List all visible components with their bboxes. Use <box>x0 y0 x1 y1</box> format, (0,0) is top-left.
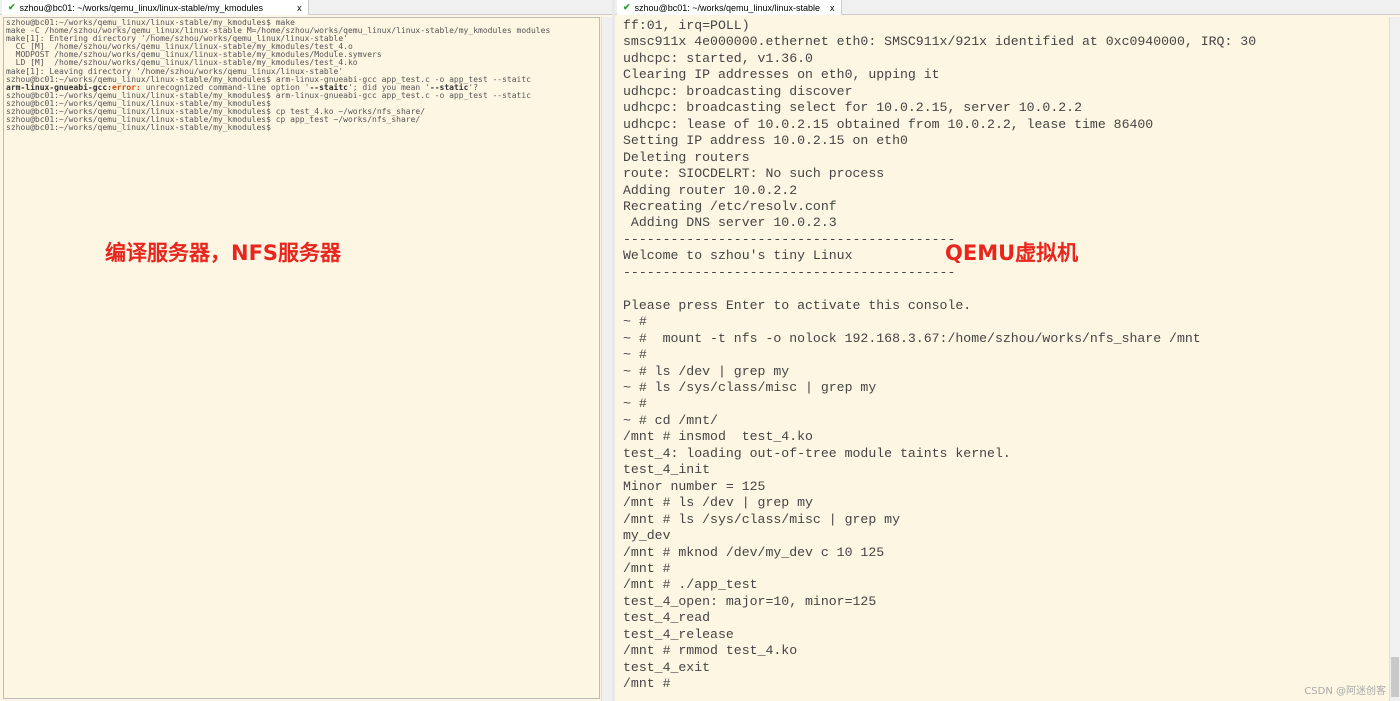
terminal-line: Minor number = 125 <box>623 478 766 494</box>
terminal-line: my_dev <box>623 528 671 544</box>
terminal-line: /mnt # ./app_test <box>623 577 758 593</box>
check-icon: ✔ <box>623 2 631 12</box>
right-tab-bar: ✔ szhou@bc01: ~/works/qemu_linux/linux-s… <box>615 0 1400 15</box>
right-terminal-pane: ✔ szhou@bc01: ~/works/qemu_linux/linux-s… <box>615 0 1400 701</box>
terminal-line: udhcpc: broadcasting discover <box>623 83 853 99</box>
left-session-tab[interactable]: ✔ szhou@bc01: ~/works/qemu_linux/linux-s… <box>2 0 309 15</box>
terminal-line: Deleting routers <box>623 149 750 165</box>
terminal-line: route: SIOCDELRT: No such process <box>623 166 885 182</box>
annotation-build-server: 编译服务器，NFS服务器 <box>105 241 342 265</box>
terminal-line: test_4_read <box>623 610 711 626</box>
terminal-line: Adding DNS server 10.0.2.3 <box>623 215 837 231</box>
right-terminal-output[interactable]: ff:01, irq=POLL) smsc911x 4e000000.ethern… <box>618 17 1388 699</box>
terminal-line: /mnt # ls /dev | grep my <box>623 495 813 511</box>
terminal-line: /mnt # <box>623 560 671 576</box>
terminal-line: /mnt # insmod test_4.ko <box>623 429 813 445</box>
scrollbar-thumb[interactable] <box>1391 657 1399 697</box>
terminal-line: test_4_exit <box>623 659 711 675</box>
left-terminal-output[interactable]: szhou@bc01:~/works/qemu_linux/linux-stab… <box>3 17 600 699</box>
tab-title: szhou@bc01: ~/works/qemu_linux/linux-sta… <box>634 2 821 13</box>
terminal-line: ~ # mount -t nfs -o nolock 192.168.3.67:… <box>623 330 1201 346</box>
close-tab-icon[interactable]: x <box>297 3 302 13</box>
terminal-line: /mnt # mknod /dev/my_dev c 10 125 <box>623 544 885 560</box>
tab-title: szhou@bc01: ~/works/qemu_linux/linux-sta… <box>19 2 264 13</box>
check-icon: ✔ <box>8 2 16 12</box>
terminal-line: Clearing IP addresses on eth0, upping it <box>623 67 940 83</box>
terminal-line: ~ # <box>623 396 647 412</box>
terminal-line: Setting IP address 10.0.2.15 on eth0 <box>623 133 908 149</box>
terminal-line: /mnt # <box>623 676 671 692</box>
terminal-line: szhou@bc01:~/works/qemu_linux/linux-stab… <box>6 123 271 133</box>
terminal-line: ~ # ls /sys/class/misc | grep my <box>623 379 877 395</box>
terminal-line: ----------------------------------------… <box>623 264 956 280</box>
left-tab-bar: ✔ szhou@bc01: ~/works/qemu_linux/linux-s… <box>0 0 612 15</box>
terminal-line: /mnt # ls /sys/class/misc | grep my <box>623 511 900 527</box>
terminal-line: ~ # <box>623 347 647 363</box>
terminal-line: ~ # <box>623 314 647 330</box>
terminal-line: Recreating /etc/resolv.conf <box>623 198 837 214</box>
annotation-qemu: QEMU虚拟机 <box>945 241 1079 265</box>
terminal-line: udhcpc: lease of 10.0.2.15 obtained from… <box>623 116 1154 132</box>
terminal-line: test_4_release <box>623 626 734 642</box>
close-tab-icon[interactable]: x <box>830 3 835 13</box>
right-scrollbar[interactable] <box>1389 17 1400 701</box>
terminal-line: Adding router 10.0.2.2 <box>623 182 798 198</box>
right-session-tab[interactable]: ✔ szhou@bc01: ~/works/qemu_linux/linux-s… <box>617 0 842 15</box>
watermark: CSDN @阿迷创客 <box>1304 686 1386 697</box>
terminal-line: smsc911x 4e000000.ethernet eth0: SMSC911… <box>623 34 1257 50</box>
terminal-line: udhcpc: started, v1.36.0 <box>623 50 813 66</box>
terminal-line: udhcpc: broadcasting select for 10.0.2.1… <box>623 100 1082 116</box>
terminal-line: /mnt # rmmod test_4.ko <box>623 643 798 659</box>
terminal-line: test_4_init <box>623 462 711 478</box>
terminal-line: ~ # cd /mnt/ <box>623 412 718 428</box>
left-terminal-pane: ✔ szhou@bc01: ~/works/qemu_linux/linux-s… <box>0 0 612 701</box>
terminal-line: ~ # ls /dev | grep my <box>623 363 790 379</box>
terminal-line: test_4_open: major=10, minor=125 <box>623 593 877 609</box>
terminal-line: test_4: loading out-of-tree module taint… <box>623 445 1011 461</box>
left-scrollbar[interactable] <box>601 17 612 701</box>
terminal-line: Please press Enter to activate this cons… <box>623 297 972 313</box>
terminal-line: ff:01, irq=POLL) <box>623 18 750 33</box>
